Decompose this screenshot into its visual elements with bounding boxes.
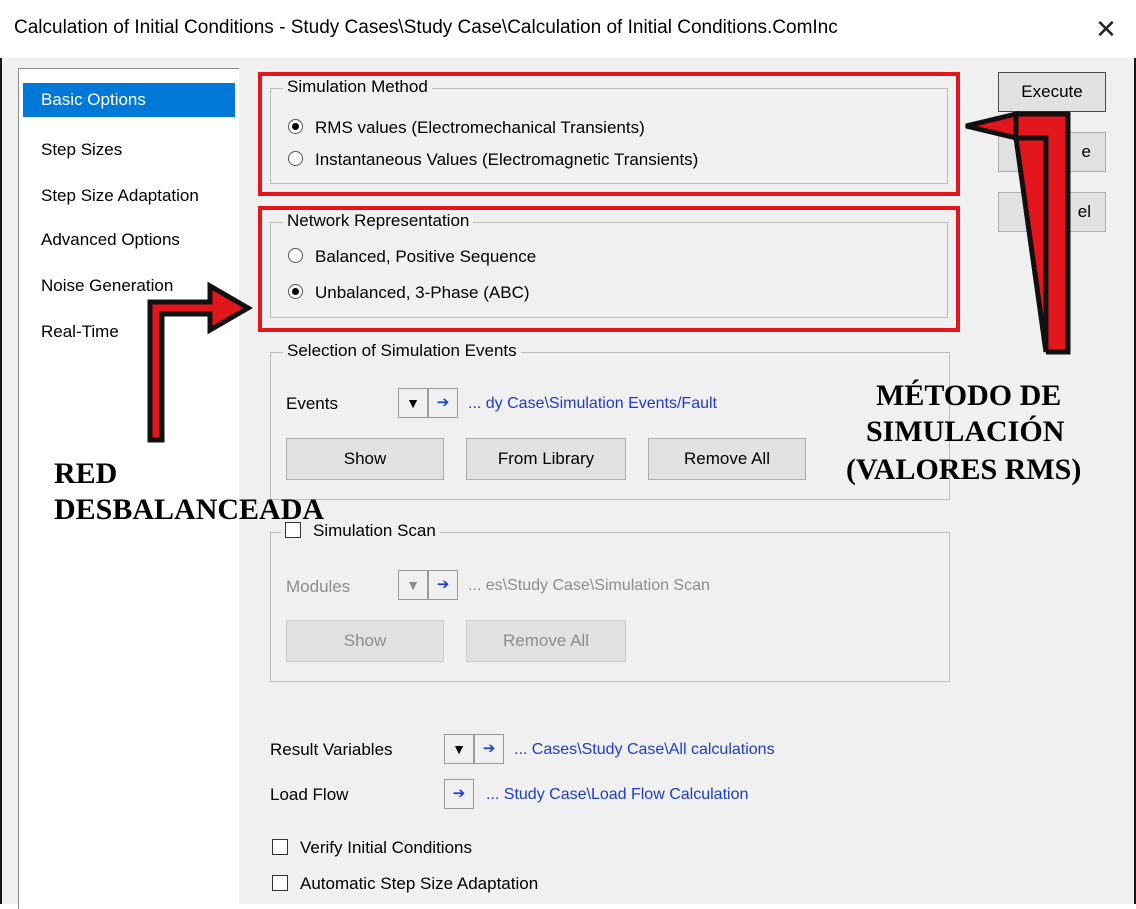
automatic-step-size-option[interactable]: Automatic Step Size Adaptation: [272, 873, 538, 895]
title-bar[interactable]: Calculation of Initial Conditions - Stud…: [0, 0, 1136, 58]
automatic-step-size-checkbox[interactable]: [272, 875, 288, 891]
nav-item-basic-options[interactable]: Basic Options: [23, 83, 235, 117]
left-annotation-line-1: RED: [54, 457, 118, 490]
load-flow-label: Load Flow: [270, 785, 349, 804]
result-variables-jump-button[interactable]: ➔: [474, 734, 504, 764]
window-title: Calculation of Initial Conditions - Stud…: [14, 17, 838, 38]
arrow-right-icon: ➔: [436, 394, 450, 411]
instantaneous-values-label: Instantaneous Values (Electromagnetic Tr…: [315, 150, 699, 169]
modules-label: Modules: [286, 577, 351, 596]
modules-jump-button[interactable]: ➔: [428, 570, 458, 600]
events-reference-link[interactable]: ... dy Case\Simulation Events/Fault: [468, 395, 717, 413]
arrow-right-icon: ➔: [452, 785, 466, 802]
right-annotation-line-2: SIMULACIÓN: [866, 415, 1065, 448]
nav-item-advanced-options[interactable]: Advanced Options: [23, 223, 235, 257]
chevron-down-icon: ▼: [406, 395, 420, 411]
radio-unselected-icon: [288, 248, 303, 263]
execute-button[interactable]: Execute: [998, 72, 1106, 112]
load-flow-jump-button[interactable]: ➔: [444, 779, 474, 809]
chevron-down-icon: ▼: [406, 577, 420, 593]
automatic-step-size-label: Automatic Step Size Adaptation: [300, 874, 539, 893]
close-button[interactable]: e: [998, 132, 1106, 172]
network-representation-title: Network Representation: [283, 211, 474, 231]
verify-initial-conditions-checkbox[interactable]: [272, 839, 288, 855]
unbalanced-label: Unbalanced, 3-Phase (ABC): [315, 283, 530, 302]
right-annotation-line-1: MÉTODO DE: [876, 379, 1062, 412]
modules-dropdown-button: ▼: [398, 570, 428, 600]
events-from-library-button[interactable]: From Library: [466, 438, 626, 480]
balanced-label: Balanced, Positive Sequence: [315, 247, 537, 266]
result-variables-reference-link[interactable]: ... Cases\Study Case\All calculations: [514, 741, 775, 759]
load-flow-reference-link[interactable]: ... Study Case\Load Flow Calculation: [486, 786, 748, 804]
radio-unbalanced[interactable]: Unbalanced, 3-Phase (ABC): [288, 282, 530, 304]
arrow-right-icon: ➔: [482, 740, 496, 757]
nav-item-real-time[interactable]: Real-Time: [23, 315, 235, 349]
events-remove-all-button[interactable]: Remove All: [648, 438, 806, 480]
radio-rms-values[interactable]: RMS values (Electromechanical Transients…: [288, 117, 645, 139]
simulation-method-title: Simulation Method: [283, 77, 432, 97]
radio-selected-icon: [288, 119, 303, 134]
close-button-label: e: [1081, 142, 1091, 161]
simulation-events-title: Selection of Simulation Events: [283, 341, 521, 361]
scan-show-button: Show: [286, 620, 444, 662]
radio-instantaneous-values[interactable]: Instantaneous Values (Electromagnetic Tr…: [288, 149, 698, 171]
cancel-button-label-right: el: [1077, 202, 1091, 221]
cancel-button[interactable]: Cel: [998, 192, 1106, 232]
events-label: Events: [286, 394, 338, 413]
events-show-button[interactable]: Show: [286, 438, 444, 480]
radio-unselected-icon: [288, 151, 303, 166]
scan-remove-all-button: Remove All: [466, 620, 626, 662]
result-variables-dropdown-button[interactable]: ▼: [444, 734, 474, 764]
close-window-icon[interactable]: ✕: [1086, 11, 1126, 47]
nav-item-step-sizes[interactable]: Step Sizes: [23, 133, 235, 167]
verify-initial-conditions-label: Verify Initial Conditions: [300, 838, 472, 857]
options-page-list: Basic Options Step Sizes Step Size Adapt…: [18, 68, 239, 909]
arrow-right-icon: ➔: [436, 576, 450, 593]
simulation-scan-title: Simulation Scan: [313, 521, 436, 540]
left-annotation-line-2: DESBALANCEADA: [54, 493, 325, 526]
modules-reference-link: ... es\Study Case\Simulation Scan: [468, 577, 710, 594]
rms-values-label: RMS values (Electromechanical Transients…: [315, 118, 645, 137]
nav-item-step-size-adaptation[interactable]: Step Size Adaptation: [23, 179, 235, 213]
events-dropdown-button[interactable]: ▼: [398, 388, 428, 418]
events-jump-button[interactable]: ➔: [428, 388, 458, 418]
chevron-down-icon: ▼: [452, 741, 466, 757]
right-annotation-line-3: (VALORES RMS): [846, 453, 1082, 486]
radio-selected-icon: [288, 284, 303, 299]
cancel-button-label-left: C: [1023, 202, 1036, 221]
verify-initial-conditions-option[interactable]: Verify Initial Conditions: [272, 837, 472, 859]
radio-balanced[interactable]: Balanced, Positive Sequence: [288, 246, 536, 268]
result-variables-label: Result Variables: [270, 740, 393, 759]
nav-item-noise-generation[interactable]: Noise Generation: [23, 269, 235, 303]
